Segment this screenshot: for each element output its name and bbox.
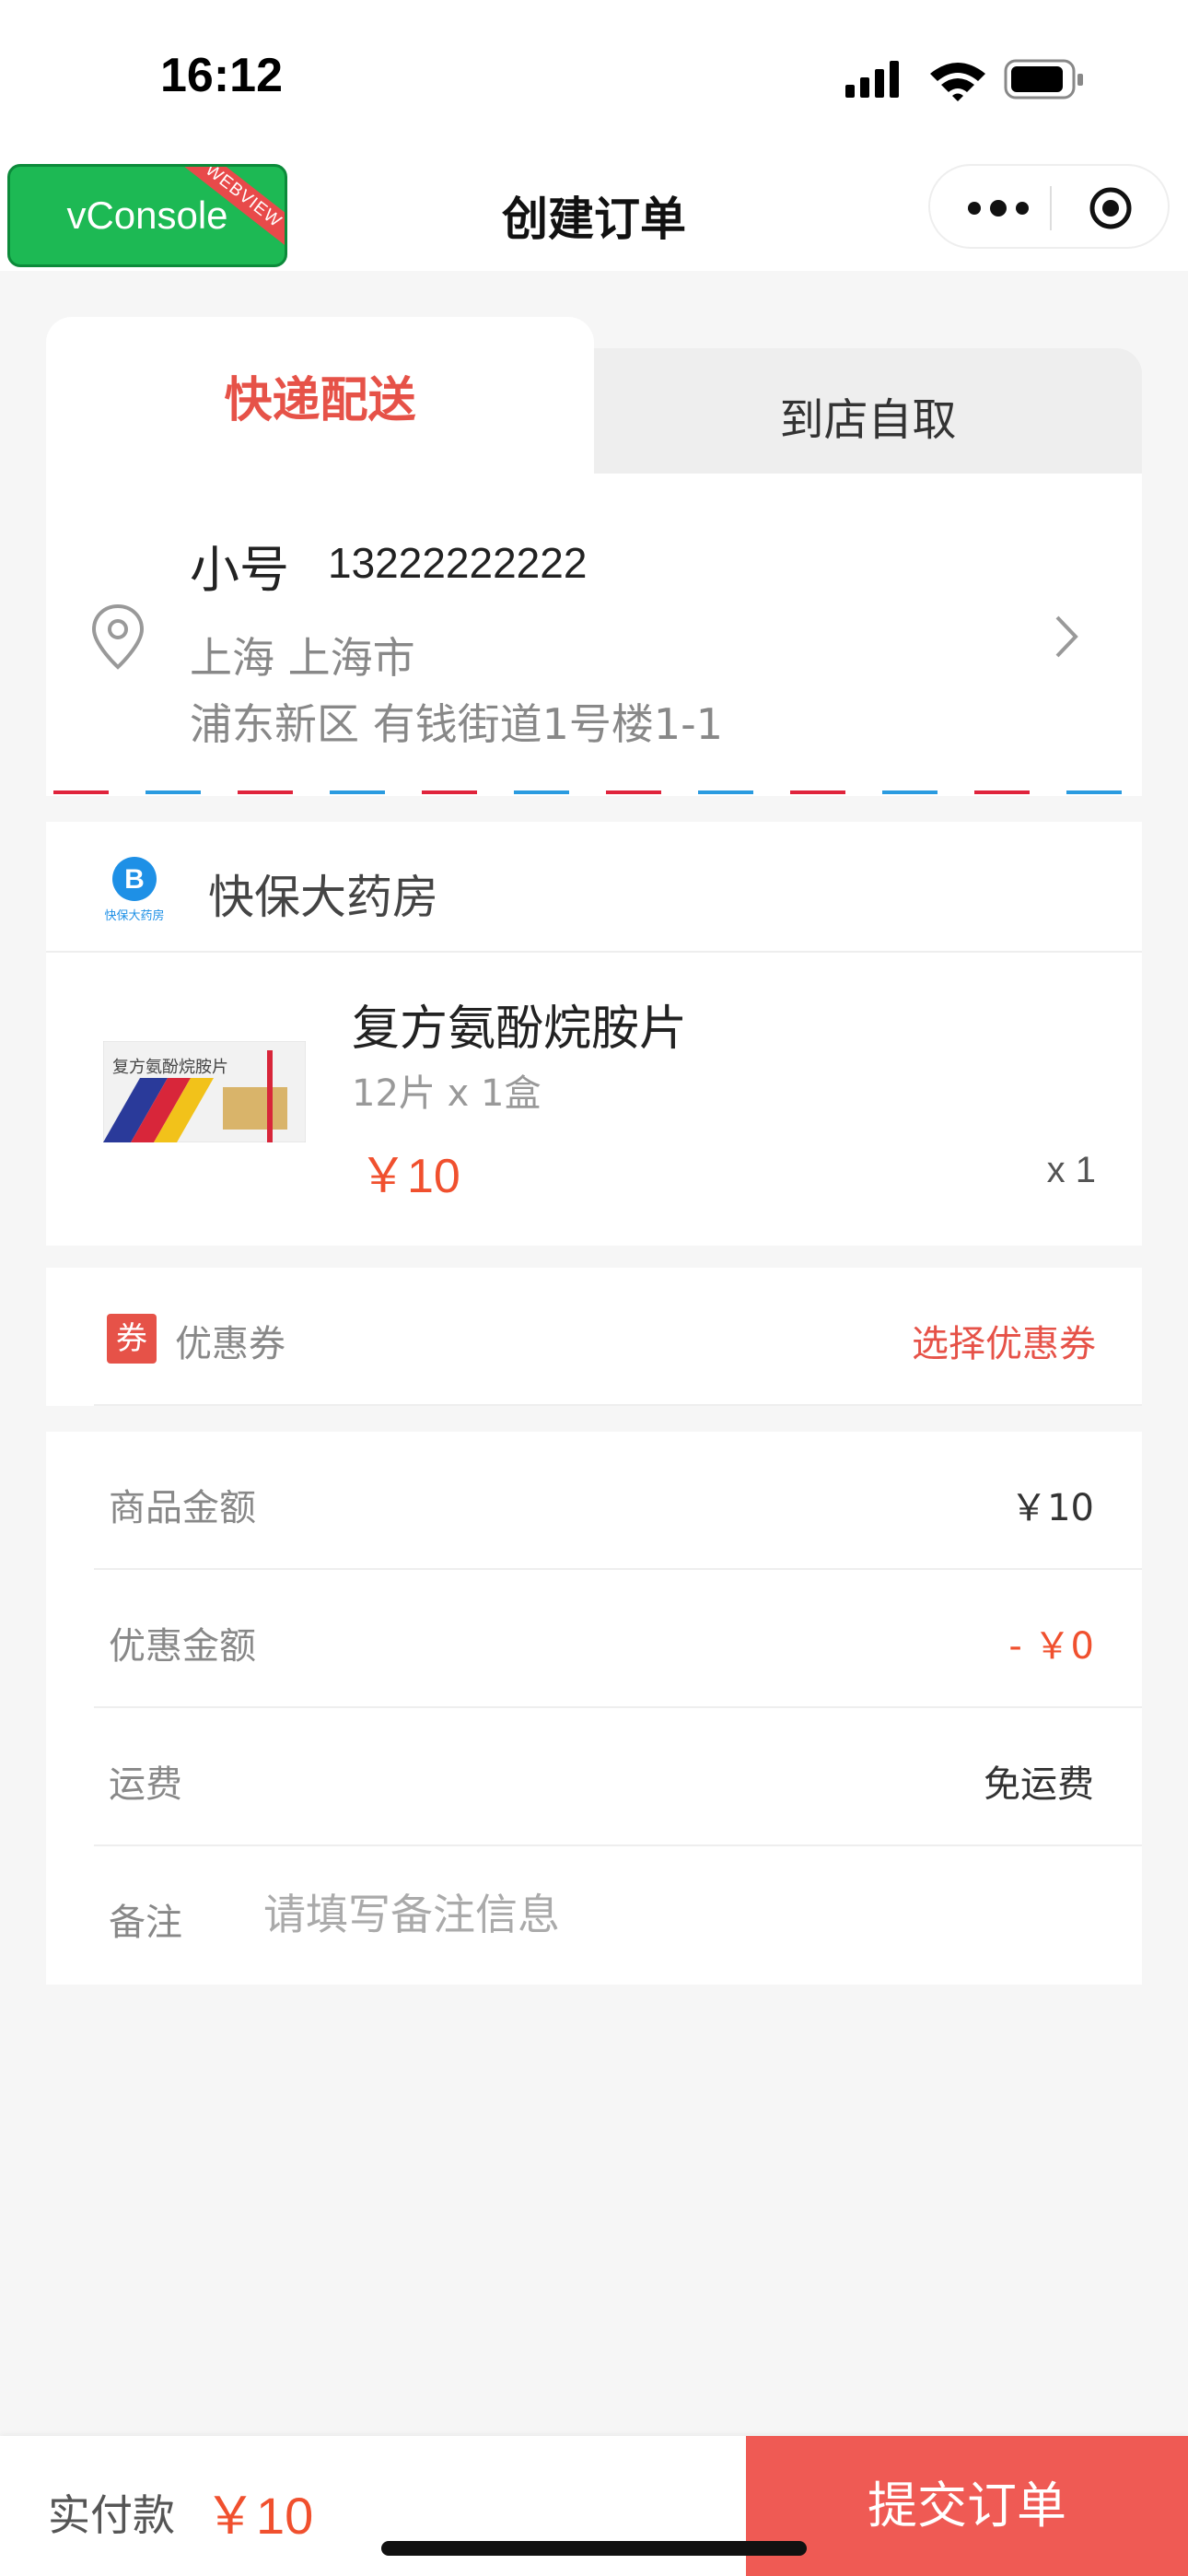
pay-label: 实付款 (48, 2490, 175, 2540)
goods-amount-row: 商品金额 ￥10 (46, 1432, 1142, 1570)
product-quantity: x 1 (1046, 1150, 1096, 1190)
coupon-divider (94, 1404, 1142, 1406)
submit-order-button[interactable]: 提交订单 (746, 2436, 1188, 2576)
shipping-value: 免运费 (984, 1763, 1094, 1806)
shop-logo: B 快保大药房 (104, 857, 165, 923)
shipping-label: 运费 (109, 1763, 182, 1806)
more-icon[interactable] (961, 188, 1035, 228)
shop-divider (46, 951, 1142, 953)
coupon-icon: 券 (107, 1314, 157, 1364)
status-bar: 16:12 (0, 0, 1188, 157)
order-summary: 商品金额 ￥10 优惠金额 - ￥0 运费 免运费 备注 (46, 1432, 1142, 1985)
shop-logo-text: 快保大药房 (104, 908, 164, 923)
shop-name: 快保大药房 (208, 871, 438, 924)
nav-bar: vConsole WEBVIEW 创建订单 (0, 157, 1188, 271)
goods-amount-value: ￥10 (1010, 1487, 1094, 1529)
coupon-row[interactable]: 券 优惠券 选择优惠券 (46, 1268, 1142, 1406)
order-page: 16:12 vConsole WEBVIEW 创建订单 快递配送 到店自取 小号… (0, 0, 1188, 2576)
location-pin-icon (91, 603, 145, 670)
close-miniprogram-icon[interactable] (1089, 186, 1133, 230)
remark-input[interactable] (263, 1889, 1074, 1940)
product-image: 复方氨酚烷胺片 (103, 1041, 306, 1142)
recipient-phone: 13222222222 (328, 539, 588, 587)
status-time: 16:12 (160, 49, 283, 102)
signal-icon (845, 61, 899, 98)
miniprogram-capsule (928, 164, 1170, 249)
discount-amount-row: 优惠金额 - ￥0 (46, 1570, 1142, 1708)
capsule-divider (1050, 186, 1052, 230)
wifi-icon (930, 63, 985, 101)
address-card[interactable]: 小号 13222222222 上海 上海市 浦东新区 有钱街道1号楼1-1 (46, 474, 1142, 796)
airmail-border (46, 789, 1142, 796)
discount-amount-value: - ￥0 (1008, 1625, 1094, 1668)
shop-card: B 快保大药房 快保大药房 复方氨酚烷胺片 复方氨酚烷胺片 12片 x 1盒 ￥… (46, 822, 1142, 1246)
remark-row: 备注 (46, 1846, 1142, 1985)
product-price: ￥10 (359, 1150, 460, 1203)
delivery-tabs: 快递配送 到店自取 (46, 317, 1142, 474)
recipient-name: 小号 (190, 541, 289, 599)
pay-amount: ￥10 (204, 2487, 314, 2545)
product-name: 复方氨酚烷胺片 (352, 1001, 688, 1057)
goods-amount-label: 商品金额 (109, 1487, 256, 1529)
address-detail: 浦东新区 有钱街道1号楼1-1 (190, 699, 724, 749)
remark-label: 备注 (109, 1902, 182, 1944)
home-indicator[interactable] (381, 2541, 807, 2556)
product-box-text: 复方氨酚烷胺片 (112, 1058, 228, 1077)
discount-amount-label: 优惠金额 (109, 1625, 256, 1668)
product-spec: 12片 x 1盒 (352, 1072, 542, 1115)
coupon-label: 优惠券 (175, 1323, 285, 1365)
tab-express-delivery[interactable]: 快递配送 (46, 317, 594, 474)
chevron-right-icon (1055, 615, 1078, 658)
select-coupon-link[interactable]: 选择优惠券 (912, 1314, 1096, 1367)
battery-icon (1004, 59, 1083, 100)
status-icons (845, 59, 1083, 101)
tab-store-pickup[interactable]: 到店自取 (594, 348, 1142, 474)
address-city: 上海 上海市 (190, 633, 415, 683)
svg-text:B: B (124, 864, 145, 895)
shipping-row: 运费 免运费 (46, 1708, 1142, 1846)
